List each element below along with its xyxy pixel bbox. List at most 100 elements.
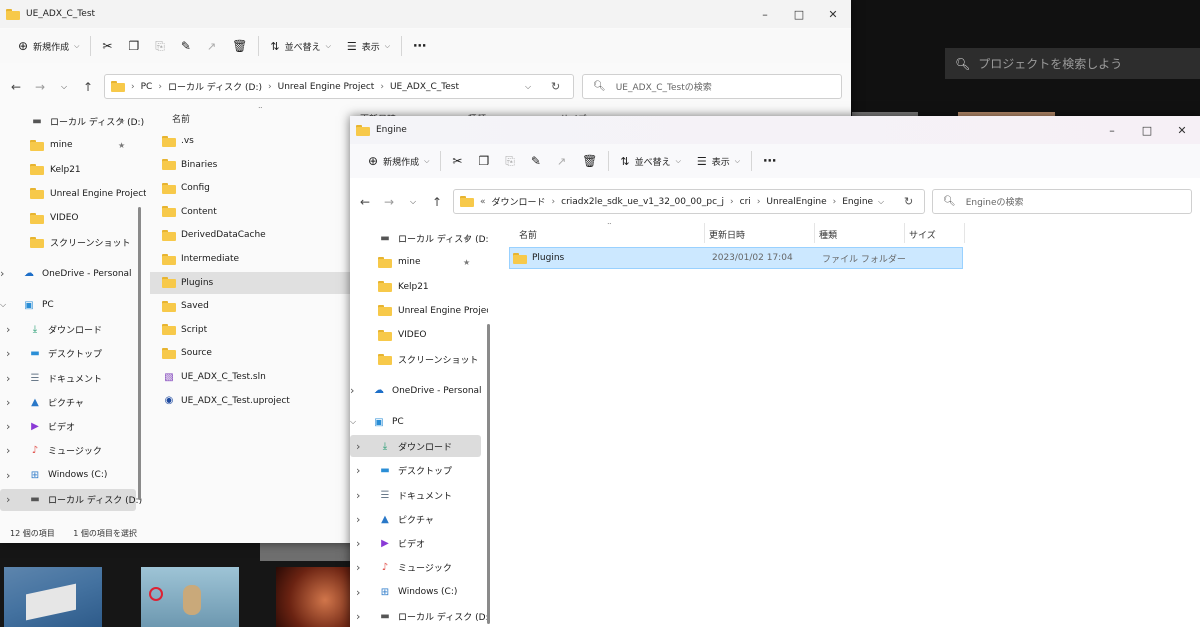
view-button[interactable]: ☰ 表示 ⌵ [689,148,748,174]
project-thumbnail[interactable] [4,567,102,627]
copy-button[interactable]: ❐ [470,148,497,174]
column-header-size[interactable]: サイズ [909,228,936,241]
file-row[interactable]: Plugins [150,271,360,294]
rename-button[interactable]: ✎ [523,148,549,174]
quick-access-item[interactable]: Kelp21 [0,159,136,181]
nav-item-picture[interactable]: › ▲ ピクチャ [0,391,136,413]
chevron-right-icon[interactable]: › [6,372,10,385]
file-row[interactable]: .vs [150,130,350,152]
up-arrow-icon[interactable]: ↑ [76,75,100,99]
file-row[interactable]: Content [150,201,350,223]
chevron-right-icon[interactable]: › [356,440,360,453]
chevron-right-icon[interactable]: › [356,464,360,477]
breadcrumb-unreal-engine-project[interactable]: Unreal Engine Project [278,82,375,92]
project-search-bar[interactable]: 🔍︎ プロジェクトを検索しよう [945,48,1200,79]
view-button[interactable]: ☰ 表示 ⌵ [339,33,398,59]
delete-button[interactable]: 🗑︎ [224,33,255,59]
file-row[interactable]: Script [150,319,350,341]
breadcrumb-drive-d[interactable]: ローカル ディスク (D:) [168,80,262,93]
address-dropdown-icon[interactable]: ⌵ [525,82,531,92]
nav-item-onedrive[interactable]: › ☁ OneDrive - Personal [350,380,482,402]
nav-item-desktop[interactable]: › ▬ デスクトップ [350,460,481,482]
nav-scrollbar[interactable] [138,207,141,500]
quick-access-item[interactable]: スクリーンショット [350,349,481,371]
paste-button[interactable]: ⎘ [147,33,173,59]
file-row[interactable]: ◉ UE_ADX_C_Test.uproject [150,390,350,412]
nav-item-music[interactable]: › ♪ ミュージック [0,440,136,462]
chevron-down-icon[interactable]: ⌵ [0,300,6,310]
breadcrumb-unrealengine[interactable]: UnrealEngine [766,197,826,207]
chevron-right-icon[interactable]: › [6,347,10,360]
sort-button[interactable]: ⇅ 並べ替え ⌵ [262,33,339,59]
nav-item-video[interactable]: › ▶ ビデオ [0,416,136,438]
breadcrumb-cri[interactable]: cri [740,197,751,207]
nav-scrollbar[interactable] [487,324,490,624]
close-button[interactable]: ✕ [1165,116,1199,144]
quick-access-item[interactable]: VIDEO [350,324,481,346]
more-options-button[interactable]: ⋯ [405,33,434,59]
forward-arrow-icon[interactable]: → [28,75,52,99]
quick-access-item[interactable]: Unreal Engine Project [0,183,146,205]
cut-button[interactable]: ✂ [444,148,470,174]
new-button[interactable]: ⊕ 新規作成 ⌵ [10,33,87,59]
refresh-icon[interactable]: ↻ [904,195,913,208]
nav-item-drive[interactable]: › ▬ ローカル ディスク (D:) [0,488,142,511]
delete-button[interactable]: 🗑︎ [574,148,605,174]
more-options-button[interactable]: ⋯ [755,148,784,174]
column-divider[interactable] [704,223,705,243]
address-dropdown-icon[interactable]: ⌵ [878,197,884,207]
quick-access-item[interactable]: Unreal Engine Project [350,300,488,322]
breadcrumb-engine[interactable]: Engine [842,197,873,207]
nav-item-pc[interactable]: ⌵ ▣ PC [350,411,481,433]
nav-item-download[interactable]: › ⤓ ダウンロード [0,318,136,340]
file-row[interactable]: Binaries [150,154,350,176]
breadcrumb-downloads[interactable]: ダウンロード [492,195,546,208]
column-header-name[interactable]: 名前 [172,112,190,125]
chevron-right-icon[interactable]: › [6,444,10,457]
quick-access-item[interactable]: ▬ ローカル ディスク (D:) ★ [0,110,144,132]
file-row[interactable]: Saved [150,295,350,317]
chevron-right-icon[interactable]: › [0,267,4,280]
file-row[interactable]: Plugins 2023/01/02 17:04 ファイル フォルダー [509,247,963,269]
file-row[interactable]: Intermediate [150,248,350,270]
copy-button[interactable]: ❐ [120,33,147,59]
nav-item-document[interactable]: › ☰ ドキュメント [350,484,481,506]
back-arrow-icon[interactable]: ← [4,75,28,99]
recent-dropdown-icon[interactable]: ⌵ [52,75,76,99]
chevron-right-icon[interactable]: › [6,420,10,433]
nav-item-music[interactable]: › ♪ ミュージック [350,557,481,579]
chevron-right-icon[interactable]: › [356,561,360,574]
quick-access-item[interactable]: mine ★ [350,251,481,273]
quick-access-item[interactable]: Kelp21 [350,276,481,298]
nav-item-download[interactable]: › ⤓ ダウンロード [350,435,481,458]
chevron-right-icon[interactable]: › [356,586,360,599]
nav-item-video[interactable]: › ▶ ビデオ [350,533,481,555]
breadcrumb-overflow[interactable]: « [480,197,486,207]
project-thumbnail[interactable] [141,567,239,627]
nav-item-desktop[interactable]: › ▬ デスクトップ [0,343,136,365]
back-arrow-icon[interactable]: ← [353,190,377,214]
nav-item-drive[interactable]: › ▬ ローカル ディスク (D:) [350,606,488,627]
column-header-name[interactable]: 名前 [519,228,537,241]
chevron-right-icon[interactable]: › [6,323,10,336]
maximize-button[interactable]: □ [1130,116,1164,144]
maximize-button[interactable]: □ [782,0,816,28]
chevron-right-icon[interactable]: › [356,489,360,502]
address-bar[interactable]: › PC › ローカル ディスク (D:) › Unreal Engine Pr… [104,74,574,99]
quick-access-item[interactable]: VIDEO [0,207,136,229]
share-button[interactable]: ↗ [549,148,574,174]
rename-button[interactable]: ✎ [173,33,199,59]
search-box[interactable]: 🔍︎ UE_ADX_C_Testの検索 [582,74,842,99]
file-row[interactable]: Config [150,177,350,199]
chevron-right-icon[interactable]: › [356,513,360,526]
quick-access-item[interactable]: mine ★ [0,134,136,156]
nav-item-picture[interactable]: › ▲ ピクチャ [350,508,481,530]
breadcrumb-criadx2le-sdk[interactable]: criadx2le_sdk_ue_v1_32_00_00_pc_j [561,197,724,207]
paste-button[interactable]: ⎘ [497,148,523,174]
column-divider[interactable] [964,223,965,243]
address-bar[interactable]: « ダウンロード › criadx2le_sdk_ue_v1_32_00_00_… [453,189,925,214]
nav-item-windows-drive[interactable]: › ⊞ Windows (C:) [350,581,481,603]
search-box[interactable]: 🔍︎ Engineの検索 [932,189,1192,214]
refresh-icon[interactable]: ↻ [551,80,560,93]
recent-dropdown-icon[interactable]: ⌵ [401,190,425,214]
